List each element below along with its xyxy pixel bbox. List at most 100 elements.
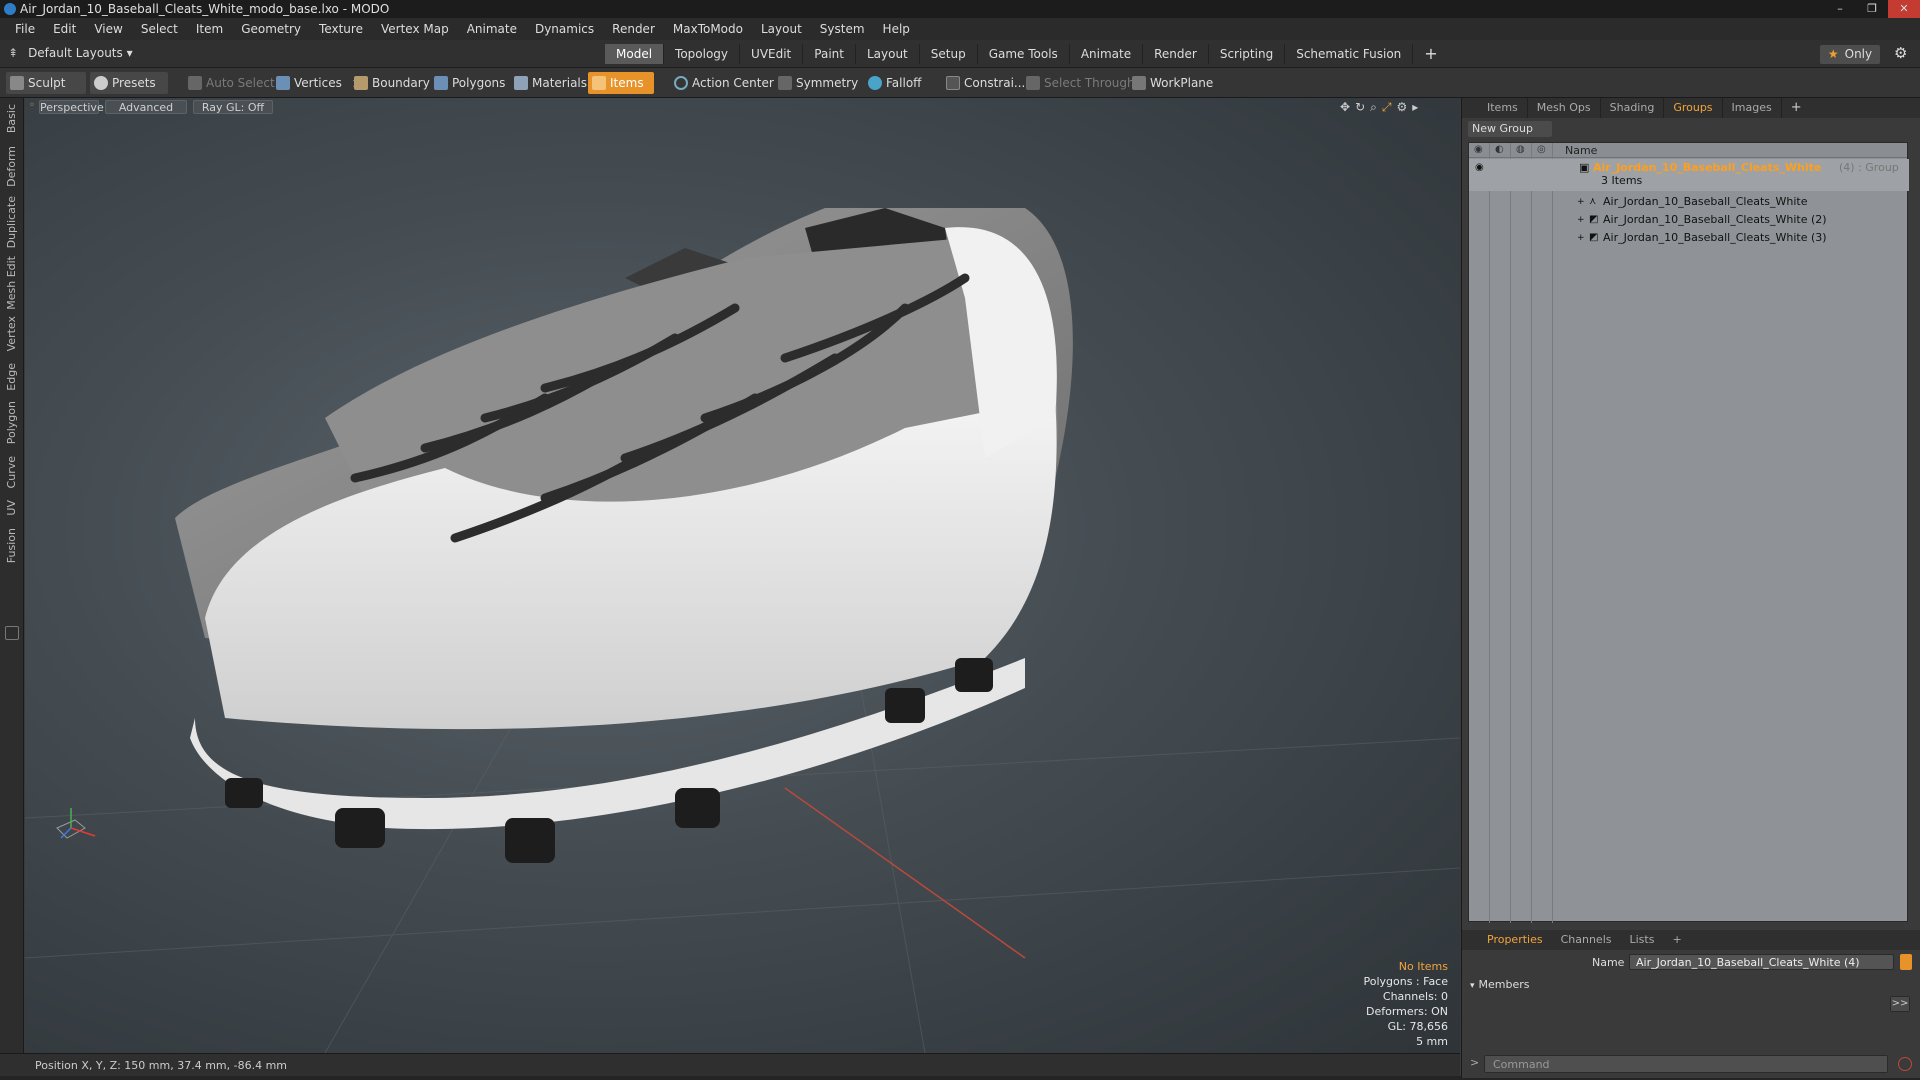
menu-maxtomodo[interactable]: MaxToModo: [664, 18, 752, 40]
menu-layout[interactable]: Layout: [752, 18, 811, 40]
members-section[interactable]: ▾ Members: [1470, 978, 1530, 991]
symmetry-button[interactable]: Symmetry: [774, 72, 858, 94]
vertices-button[interactable]: Vertices1: [272, 72, 358, 94]
menu-vertex-map[interactable]: Vertex Map: [372, 18, 458, 40]
left-tab-edge[interactable]: Edge: [5, 363, 18, 391]
sculpt-button[interactable]: Sculpt: [6, 72, 86, 94]
tab-setup[interactable]: Setup: [920, 44, 978, 64]
tab-topology[interactable]: Topology: [664, 44, 741, 64]
tab-scripting[interactable]: Scripting: [1209, 44, 1286, 64]
new-group-button[interactable]: New Group: [1468, 121, 1552, 137]
auto-select-button[interactable]: Auto Select: [184, 72, 275, 94]
rotate-icon[interactable]: ↻: [1355, 100, 1365, 115]
name-column-header[interactable]: Name: [1565, 144, 1597, 157]
menu-help[interactable]: Help: [874, 18, 919, 40]
tab-images[interactable]: Images: [1723, 98, 1782, 118]
add-tab-button[interactable]: +: [1413, 44, 1448, 64]
left-tab-fusion[interactable]: Fusion: [5, 528, 18, 563]
expand-icon[interactable]: +: [1577, 193, 1585, 211]
tab-mesh-ops[interactable]: Mesh Ops: [1528, 98, 1601, 118]
only-toggle[interactable]: ★ Only: [1820, 45, 1880, 64]
menu-texture[interactable]: Texture: [310, 18, 372, 40]
shading-dropdown[interactable]: Advanced: [105, 100, 187, 114]
workplane-button[interactable]: WorkPlane: [1128, 72, 1213, 94]
left-tab-basic[interactable]: Basic: [5, 104, 18, 133]
gear-icon[interactable]: ⚙: [1894, 44, 1907, 62]
command-input[interactable]: Command: [1484, 1055, 1888, 1073]
left-tab-duplicate[interactable]: Duplicate: [5, 196, 18, 248]
viewport-menu-icon[interactable]: ◦: [29, 100, 35, 111]
tab-properties[interactable]: Properties: [1478, 930, 1552, 950]
list-item[interactable]: + ◩ Air_Jordan_10_Baseball_Cleats_White …: [1469, 211, 1909, 229]
tab-paint[interactable]: Paint: [803, 44, 856, 64]
left-tab-polygon[interactable]: Polygon: [5, 401, 18, 444]
maximize-button[interactable]: ❐: [1856, 0, 1888, 18]
col-divider: [1510, 143, 1511, 923]
list-item[interactable]: + ◩ Air_Jordan_10_Baseball_Cleats_White …: [1469, 229, 1909, 247]
falloff-button[interactable]: Falloff: [864, 72, 921, 94]
add-props-tab-button[interactable]: +: [1663, 930, 1690, 950]
tab-lists[interactable]: Lists: [1621, 930, 1664, 950]
menu-dynamics[interactable]: Dynamics: [526, 18, 603, 40]
tab-animate[interactable]: Animate: [1070, 44, 1144, 64]
expand-icon[interactable]: +: [1577, 229, 1585, 247]
expand-icon[interactable]: +: [1577, 211, 1585, 229]
tab-shading[interactable]: Shading: [1601, 98, 1665, 118]
menu-edit[interactable]: Edit: [44, 18, 85, 40]
minimize-button[interactable]: –: [1824, 0, 1856, 18]
command-clear-icon[interactable]: [1898, 1057, 1912, 1071]
tab-uvedit[interactable]: UVEdit: [740, 44, 804, 64]
name-field[interactable]: Air_Jordan_10_Baseball_Cleats_White (4): [1629, 954, 1894, 970]
presets-button[interactable]: Presets: [90, 72, 168, 94]
viewport-scene: [25, 208, 1460, 1053]
stats-polygons: Polygons : Face: [1363, 975, 1448, 988]
layouts-dropdown[interactable]: ⇞ Default Layouts ▾: [8, 46, 133, 60]
tab-layout[interactable]: Layout: [856, 44, 920, 64]
menu-animate[interactable]: Animate: [458, 18, 526, 40]
tab-schematic-fusion[interactable]: Schematic Fusion: [1285, 44, 1414, 64]
members-expand-button[interactable]: >>: [1890, 996, 1910, 1012]
left-tab-vertex[interactable]: Vertex: [5, 316, 18, 351]
tab-model[interactable]: Model: [605, 44, 665, 64]
tab-channels[interactable]: Channels: [1552, 930, 1621, 950]
add-panel-tab-button[interactable]: +: [1782, 98, 1811, 118]
pan-icon[interactable]: ✥: [1340, 100, 1350, 115]
menu-render[interactable]: Render: [603, 18, 664, 40]
left-tab-curve[interactable]: Curve: [5, 456, 18, 488]
menu-geometry[interactable]: Geometry: [232, 18, 310, 40]
select-through-button[interactable]: Select Through: [1022, 72, 1135, 94]
color-swatch[interactable]: [1900, 954, 1912, 970]
group-visibility-icon[interactable]: ◉: [1475, 159, 1484, 177]
tab-items[interactable]: Items: [1478, 98, 1528, 118]
raygl-toggle[interactable]: Ray GL: Off: [193, 100, 273, 114]
viewport-gear-icon[interactable]: ⚙: [1396, 100, 1407, 115]
menu-file[interactable]: File: [6, 18, 44, 40]
materials-button[interactable]: Materials: [510, 72, 587, 94]
3d-viewport[interactable]: ◦ Perspective Advanced Ray GL: Off ✥ ↻ ⌕…: [25, 98, 1460, 1053]
view-mode-dropdown[interactable]: Perspective: [39, 100, 104, 114]
boundary-button[interactable]: Boundary: [350, 72, 430, 94]
left-tool-tabs: Basic Deform Duplicate Mesh Edit Vertex …: [0, 98, 24, 1053]
constraints-button[interactable]: Constrai...: [942, 72, 1025, 94]
menu-view[interactable]: View: [85, 18, 131, 40]
left-tab-mesh-edit[interactable]: Mesh Edit: [5, 256, 18, 310]
action-center-button[interactable]: Action Center: [670, 72, 774, 94]
zoom-icon[interactable]: ⌕: [1370, 100, 1377, 115]
left-panel-toggle-icon[interactable]: [5, 626, 19, 640]
left-tab-deform[interactable]: Deform: [5, 146, 18, 187]
menu-item[interactable]: Item: [187, 18, 232, 40]
fit-icon[interactable]: ⤢: [1382, 100, 1392, 115]
tab-game-tools[interactable]: Game Tools: [978, 44, 1070, 64]
tab-groups[interactable]: Groups: [1664, 98, 1723, 118]
close-button[interactable]: ✕: [1888, 0, 1920, 18]
polygons-button[interactable]: Polygons: [430, 72, 505, 94]
list-item[interactable]: + ⋏ Air_Jordan_10_Baseball_Cleats_White: [1469, 193, 1909, 211]
polygons-label: Polygons: [452, 76, 506, 90]
items-button[interactable]: Items: [588, 72, 654, 94]
viewport-more-icon[interactable]: ▸: [1412, 100, 1418, 115]
tab-render[interactable]: Render: [1143, 44, 1209, 64]
left-tab-uv[interactable]: UV: [5, 500, 18, 516]
menu-system[interactable]: System: [811, 18, 874, 40]
menu-select[interactable]: Select: [132, 18, 187, 40]
group-row[interactable]: ◉ ▣ Air_Jordan_10_Baseball_Cleats_White …: [1469, 159, 1909, 191]
